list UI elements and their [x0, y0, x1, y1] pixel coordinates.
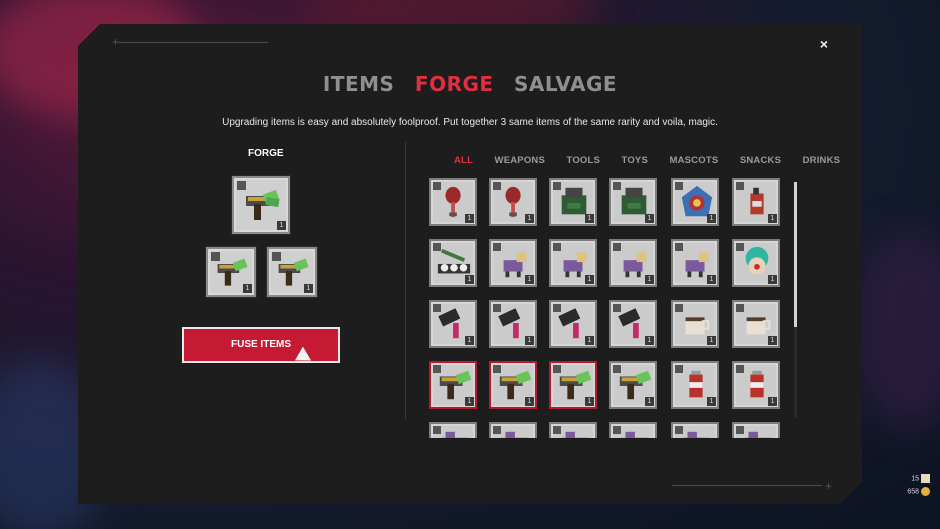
coin-icon: [921, 487, 930, 496]
inventory-slot[interactable]: 1: [549, 361, 597, 409]
inventory-grid: 1 1 1 1 1 1 1 1 1 1 1 1 1 1 1 1 1 1 1 1 1 1 1 1: [429, 178, 789, 438]
inventory-slot[interactable]: 1: [671, 239, 719, 287]
forge-result-slot[interactable]: 1: [232, 176, 290, 234]
inventory-slot[interactable]: 1: [429, 239, 477, 287]
inventory-slot[interactable]: 1: [549, 178, 597, 226]
item-count: 1: [768, 336, 777, 345]
inventory-slot[interactable]: 1: [671, 300, 719, 348]
forge-modal: + + × ITEMS FORGE SALVAGE Upgrading item…: [78, 24, 862, 504]
inventory-slot[interactable]: 1: [732, 239, 780, 287]
coins-value: 658: [907, 488, 919, 496]
item-count: 1: [525, 397, 534, 406]
head-icon: [921, 474, 930, 483]
category-tab-weapons[interactable]: WEAPONS: [495, 155, 546, 166]
heads-counter: 15: [907, 474, 930, 483]
item-count: 1: [645, 214, 654, 223]
inventory-slot[interactable]: 1: [429, 178, 477, 226]
tab-items[interactable]: ITEMS: [323, 72, 395, 96]
inventory-slot[interactable]: 1: [732, 361, 780, 409]
category-tab-tools[interactable]: TOOLS: [566, 155, 600, 166]
inventory-scrollbar[interactable]: [794, 182, 797, 418]
inventory-slot[interactable]: 1: [429, 300, 477, 348]
item-count: 1: [645, 275, 654, 284]
money-gun-icon: [242, 186, 282, 226]
decor-line: [118, 42, 268, 43]
item-count: 1: [585, 336, 594, 345]
inventory-slot[interactable]: 1: [489, 300, 537, 348]
tab-forge[interactable]: FORGE: [415, 72, 494, 96]
decor-line: [672, 485, 822, 486]
inventory-slot[interactable]: 1: [671, 361, 719, 409]
item-count: 1: [707, 397, 716, 406]
inventory-slot[interactable]: 1: [732, 300, 780, 348]
inventory-slot[interactable]: 1: [549, 300, 597, 348]
category-tab-mascots[interactable]: MASCOTS: [669, 155, 718, 166]
item-count: 1: [585, 214, 594, 223]
inventory-slot[interactable]: 1: [609, 300, 657, 348]
inventory-slot[interactable]: [732, 422, 780, 438]
inventory-slot[interactable]: [671, 422, 719, 438]
inventory-slot[interactable]: 1: [732, 178, 780, 226]
fuse-items-button[interactable]: FUSE ITEMS: [182, 327, 340, 363]
inventory-slot[interactable]: 1: [609, 178, 657, 226]
item-count: 1: [707, 214, 716, 223]
forge-input-slot[interactable]: 1: [267, 247, 317, 297]
item-count: 1: [645, 336, 654, 345]
inventory-slot[interactable]: 1: [489, 178, 537, 226]
inventory-slot[interactable]: 1: [429, 361, 477, 409]
scrollbar-thumb[interactable]: [794, 182, 797, 327]
currency-hud: 15 658: [907, 474, 930, 500]
coins-counter: 658: [907, 487, 930, 496]
category-tabs: ALL WEAPONS TOOLS TOYS MASCOTS SNACKS DR…: [454, 150, 857, 168]
item-count: 1: [243, 284, 252, 293]
item-count: 1: [465, 397, 474, 406]
item-count: 1: [768, 275, 777, 284]
background-decor: [850, 230, 940, 430]
item-count: 1: [707, 336, 716, 345]
category-tab-snacks[interactable]: SNACKS: [740, 155, 781, 166]
inventory-slot[interactable]: 1: [549, 239, 597, 287]
partial-item-icon: [436, 428, 472, 438]
category-tab-drinks[interactable]: DRINKS: [803, 155, 841, 166]
inventory-slot[interactable]: 1: [609, 361, 657, 409]
category-tab-toys[interactable]: TOYS: [622, 155, 649, 166]
item-count: 1: [525, 336, 534, 345]
close-button[interactable]: ×: [820, 36, 828, 52]
main-tabs: ITEMS FORGE SALVAGE: [78, 72, 862, 96]
section-divider: [405, 142, 406, 420]
item-count: 1: [768, 214, 777, 223]
forge-section-title: FORGE: [248, 148, 284, 159]
item-count: 1: [277, 221, 286, 230]
item-count: 1: [707, 275, 716, 284]
partial-item-icon: [678, 428, 714, 438]
plus-decor-icon: +: [824, 479, 832, 493]
item-count: 1: [304, 284, 313, 293]
partial-item-icon: [556, 428, 592, 438]
tab-salvage[interactable]: SALVAGE: [514, 72, 617, 96]
inventory-slot[interactable]: [549, 422, 597, 438]
item-count: 1: [645, 397, 654, 406]
item-count: 1: [525, 275, 534, 284]
partial-item-icon: [496, 428, 532, 438]
inventory-slot[interactable]: [609, 422, 657, 438]
item-count: 1: [465, 214, 474, 223]
heads-value: 15: [911, 475, 919, 483]
item-count: 1: [585, 275, 594, 284]
item-count: 1: [525, 214, 534, 223]
category-tab-all[interactable]: ALL: [454, 155, 473, 166]
inventory-slot[interactable]: [489, 422, 537, 438]
forge-description: Upgrading items is easy and absolutely f…: [222, 117, 718, 128]
inventory-slot[interactable]: 1: [489, 361, 537, 409]
inventory-slot[interactable]: 1: [489, 239, 537, 287]
inventory-slot[interactable]: 1: [609, 239, 657, 287]
item-count: 1: [465, 275, 474, 284]
inventory-slot[interactable]: 1: [671, 178, 719, 226]
item-count: 1: [585, 397, 594, 406]
inventory-slot[interactable]: [429, 422, 477, 438]
item-count: 1: [768, 397, 777, 406]
item-count: 1: [465, 336, 474, 345]
partial-item-icon: [739, 428, 775, 438]
partial-item-icon: [616, 428, 652, 438]
forge-input-slot[interactable]: 1: [206, 247, 256, 297]
